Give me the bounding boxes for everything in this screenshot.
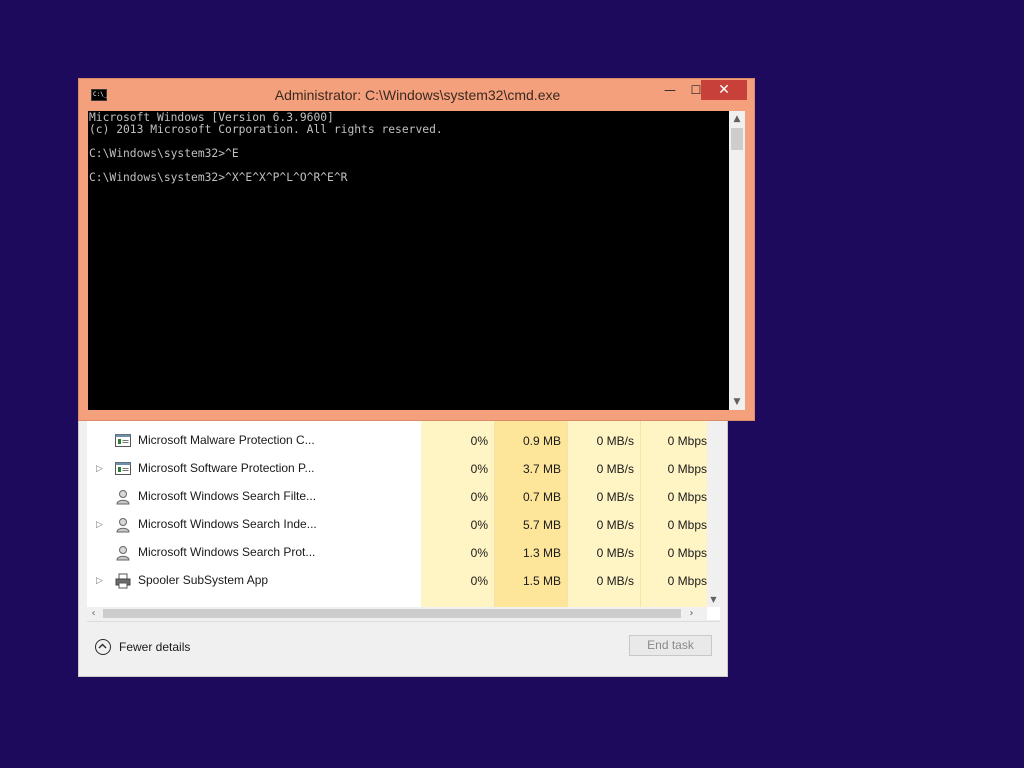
process-name: Microsoft Software Protection P... xyxy=(138,461,315,475)
cmd-window: C:\_ Administrator: C:\Windows\system32\… xyxy=(78,78,755,421)
scroll-left-arrow-icon[interactable]: ‹ xyxy=(87,607,100,620)
memory-value: 1.5 MB xyxy=(522,574,561,588)
process-row[interactable]: ▷ Microsoft Windows Search Inde... 0% 5.… xyxy=(87,511,707,539)
network-value: 0 Mbps xyxy=(667,434,707,448)
cmd-title-bar[interactable]: C:\_ Administrator: C:\Windows\system32\… xyxy=(79,79,754,111)
process-list-vertical-scrollbar[interactable]: ▼ xyxy=(707,421,720,607)
cpu-value: 0% xyxy=(470,462,488,476)
process-row[interactable]: Microsoft Malware Protection C... 0% 0.9… xyxy=(87,427,707,455)
process-row[interactable]: ▷ Microsoft Software Protection P... 0% … xyxy=(87,455,707,483)
chevron-up-circle-icon xyxy=(95,639,111,655)
disk-value: 0 MB/s xyxy=(596,490,634,504)
console-output[interactable]: Microsoft Windows [Version 6.3.9600] (c)… xyxy=(88,111,729,410)
memory-value: 0.7 MB xyxy=(522,490,561,504)
console-line: C:\Windows\system32>^E xyxy=(89,147,239,160)
cpu-value: 0% xyxy=(470,546,488,560)
scroll-down-arrow-icon[interactable]: ▼ xyxy=(729,394,745,410)
expand-chevron-icon[interactable]: ▷ xyxy=(96,519,106,531)
close-button[interactable]: ✕ xyxy=(701,80,747,100)
scroll-down-arrow-icon[interactable]: ▼ xyxy=(708,594,719,605)
expand-chevron-icon[interactable]: ▷ xyxy=(96,463,106,475)
console-line: C:\Windows\system32>^X^E^X^P^L^O^R^E^R xyxy=(89,171,348,184)
end-task-button[interactable]: End task xyxy=(629,635,712,656)
disk-value: 0 MB/s xyxy=(596,462,634,476)
process-name: Microsoft Windows Search Filte... xyxy=(138,489,317,503)
memory-value: 5.7 MB xyxy=(522,518,561,532)
cpu-value: 0% xyxy=(470,490,488,504)
process-list[interactable]: Microsoft Malware Protection C... 0% 0.9… xyxy=(87,421,720,620)
search-service-icon xyxy=(115,489,131,505)
process-name: Microsoft Windows Search Prot... xyxy=(138,545,316,559)
fewer-details-label: Fewer details xyxy=(119,640,191,654)
disk-value: 0 MB/s xyxy=(596,518,634,532)
scroll-right-arrow-icon[interactable]: › xyxy=(685,607,698,620)
window-title: Administrator: C:\Windows\system32\cmd.e… xyxy=(274,87,561,103)
network-value: 0 Mbps xyxy=(667,490,707,504)
scrollbar-thumb[interactable] xyxy=(731,128,743,150)
network-value: 0 Mbps xyxy=(667,574,707,588)
disk-value: 0 MB/s xyxy=(596,574,634,588)
cpu-value: 0% xyxy=(470,434,488,448)
process-row[interactable]: Microsoft Windows Search Prot... 0% 1.3 … xyxy=(87,539,707,567)
process-list-horizontal-scrollbar[interactable]: ‹ › xyxy=(87,607,707,620)
printer-icon xyxy=(115,573,131,589)
process-row[interactable]: ▷ Spooler SubSystem App 0% 1.5 MB 0 MB/s… xyxy=(87,567,707,595)
service-window-icon xyxy=(115,461,131,477)
scroll-up-arrow-icon[interactable]: ▲ xyxy=(729,111,745,127)
search-service-icon xyxy=(115,517,131,533)
expand-chevron-icon[interactable]: ▷ xyxy=(96,575,106,587)
disk-value: 0 MB/s xyxy=(596,434,634,448)
console-vertical-scrollbar[interactable]: ▲ ▼ xyxy=(729,111,745,410)
process-row[interactable]: Microsoft Windows Search Filte... 0% 0.7… xyxy=(87,483,707,511)
cpu-value: 0% xyxy=(470,574,488,588)
process-name: Microsoft Windows Search Inde... xyxy=(138,517,317,531)
process-name: Microsoft Malware Protection C... xyxy=(138,433,315,447)
search-service-icon xyxy=(115,545,131,561)
network-value: 0 Mbps xyxy=(667,462,707,476)
fewer-details-button[interactable]: Fewer details xyxy=(95,637,190,657)
process-name: Spooler SubSystem App xyxy=(138,573,269,587)
memory-value: 1.3 MB xyxy=(522,546,561,560)
service-window-icon xyxy=(115,433,131,449)
scrollbar-thumb[interactable] xyxy=(103,609,681,618)
minimize-button[interactable]: — xyxy=(657,80,683,100)
footer-divider xyxy=(87,621,720,622)
disk-value: 0 MB/s xyxy=(596,546,634,560)
memory-value: 3.7 MB xyxy=(522,462,561,476)
cpu-value: 0% xyxy=(470,518,488,532)
console-line: (c) 2013 Microsoft Corporation. All righ… xyxy=(89,123,443,136)
memory-value: 0.9 MB xyxy=(522,434,561,448)
network-value: 0 Mbps xyxy=(667,518,707,532)
task-manager-window: Microsoft Malware Protection C... 0% 0.9… xyxy=(78,415,728,677)
network-value: 0 Mbps xyxy=(667,546,707,560)
